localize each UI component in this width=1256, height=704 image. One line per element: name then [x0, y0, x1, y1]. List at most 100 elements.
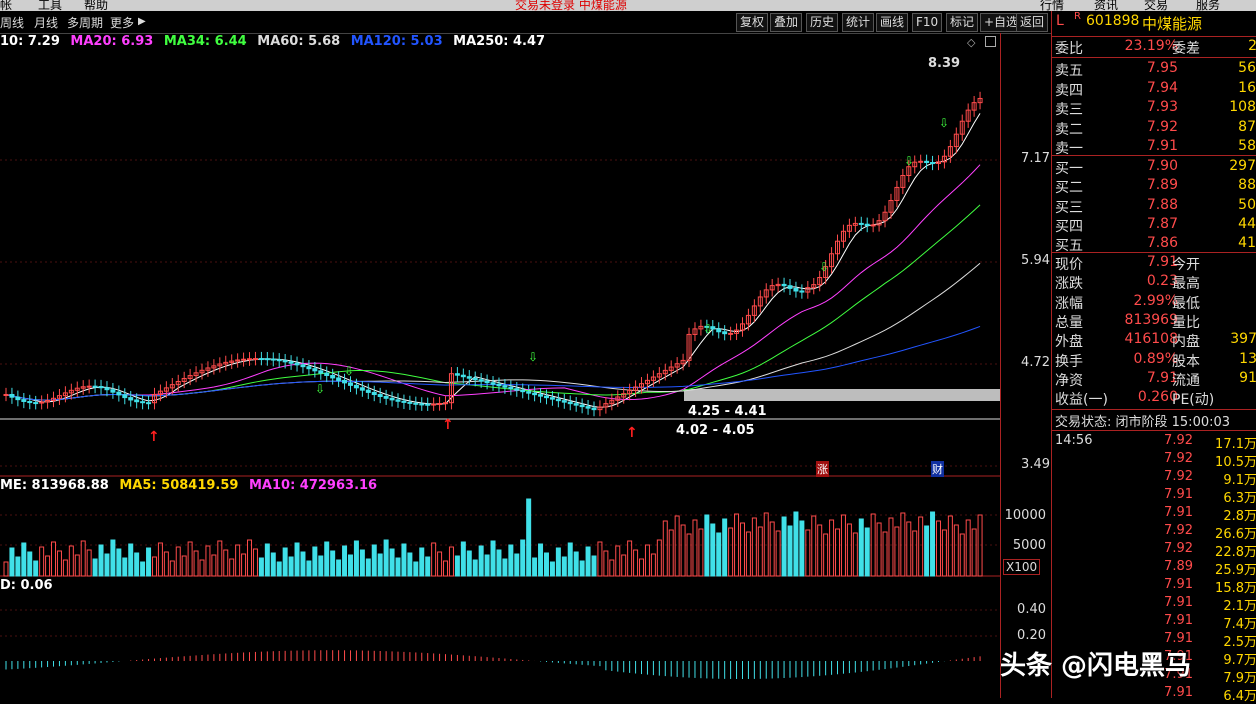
volume-bar — [353, 540, 359, 577]
draw-button[interactable]: 画线 — [876, 13, 909, 32]
candle-body — [330, 374, 336, 379]
quote-info-row: 现价 7.91 今开 — [1052, 254, 1256, 273]
menu-item-tools[interactable]: 工具 — [38, 0, 62, 11]
volume-bar — [835, 528, 841, 577]
volume-bar — [205, 545, 211, 577]
bid-price: 7.89 — [1146, 177, 1178, 194]
candle-body — [276, 359, 282, 362]
candle-body — [92, 385, 98, 388]
level-r-badge: R — [1074, 11, 1081, 22]
moving-average-line — [5, 164, 981, 401]
more-menu[interactable]: 更多 — [110, 14, 134, 31]
candle-body — [39, 401, 45, 404]
volume-bar — [829, 519, 835, 577]
kline-chart-area[interactable]: ↑ ↑ ↑ ⇩ ⇩ ⇩ ⇩ ⇩ ⇩ ⇩ — [0, 33, 1000, 698]
bid-label: 买四 — [1055, 218, 1083, 235]
volume-ma5: MA5: 508419.59 — [119, 478, 239, 493]
period-multi[interactable]: 多周期 — [67, 14, 103, 31]
level-l-badge: L — [1056, 13, 1064, 29]
candle-body — [247, 358, 253, 361]
volume-bar — [175, 546, 181, 577]
menu-item-account[interactable]: 帐 — [0, 0, 12, 11]
bid-row[interactable]: 买四 7.87 44 — [1052, 216, 1256, 235]
tick-row: 7.89 25.9万 — [1052, 559, 1256, 578]
candle-body — [288, 361, 294, 364]
ask-row[interactable]: 卖五 7.95 56 — [1052, 60, 1256, 79]
volume-bar — [401, 543, 407, 577]
fuquan-button[interactable]: 复权 — [736, 13, 769, 32]
info-label: PE(动) — [1172, 392, 1215, 409]
volume-bar — [294, 542, 300, 577]
bid-row[interactable]: 买一 7.90 297 — [1052, 158, 1256, 177]
volume-bar — [56, 550, 62, 577]
candle-body — [116, 391, 122, 396]
sell-arrow-icon: ⇩ — [344, 364, 354, 378]
volume-bar — [223, 549, 229, 577]
menu-item-help[interactable]: 帮助 — [84, 0, 108, 11]
volume-bar — [757, 526, 763, 577]
moving-average-line — [5, 204, 981, 401]
volume-bar — [704, 514, 710, 577]
volume-bar — [359, 549, 365, 577]
ask-row[interactable]: 卖四 7.94 16 — [1052, 80, 1256, 99]
volume-bar — [532, 557, 538, 577]
volume-bar — [39, 546, 45, 577]
tick-volume: 2.1万 — [1223, 599, 1256, 614]
menu-item-quotes[interactable]: 行情 — [1040, 0, 1064, 11]
candle-body — [514, 388, 520, 391]
bid-row[interactable]: 买二 7.89 88 — [1052, 177, 1256, 196]
volume-bar — [389, 548, 395, 577]
finance-event-badge[interactable]: 财 — [931, 461, 944, 477]
candle-body — [716, 328, 722, 333]
ask-volume: 87 — [1238, 118, 1256, 135]
volume-bar — [134, 552, 140, 577]
menu-item-trade[interactable]: 交易 — [1144, 0, 1168, 11]
period-monthly[interactable]: 月线 — [34, 14, 58, 31]
volume-bar — [567, 542, 573, 577]
ask-row[interactable]: 卖二 7.92 87 — [1052, 119, 1256, 138]
volume-bar — [437, 551, 443, 577]
sell-arrow-icon: ⇩ — [528, 350, 538, 364]
ask-price: 7.94 — [1146, 79, 1178, 96]
volume-bar — [496, 549, 502, 577]
stats-button[interactable]: 统计 — [842, 13, 875, 32]
ask-volume: 16 — [1238, 79, 1256, 96]
sell-arrow-icon: ⇩ — [315, 382, 325, 396]
info-label: 流通 — [1172, 372, 1200, 389]
candle-body — [787, 285, 793, 289]
back-button[interactable]: 返回 — [1016, 13, 1049, 32]
bid-label: 买二 — [1055, 180, 1083, 197]
candle-body — [918, 160, 924, 163]
volume-bar — [252, 548, 258, 577]
volume-bar — [668, 529, 674, 577]
candle-body — [561, 400, 567, 403]
volume-bar — [864, 527, 870, 577]
info-label: 量比 — [1172, 314, 1200, 331]
overlay-button[interactable]: 叠加 — [770, 13, 803, 32]
ask-row[interactable]: 卖三 7.93 108 — [1052, 99, 1256, 118]
quote-info-row: 净资 7.91 流通 91 — [1052, 370, 1256, 389]
f10-button[interactable]: F10 — [912, 13, 943, 32]
tick-row: 7.91 6.3万 — [1052, 487, 1256, 506]
chevron-right-icon[interactable]: ▶ — [138, 16, 146, 27]
volume-unit: X100 — [1003, 559, 1041, 575]
tick-volume: 22.8万 — [1215, 545, 1256, 560]
candle-body — [858, 222, 864, 225]
menu-item-service[interactable]: 服务 — [1196, 0, 1220, 11]
bid-row[interactable]: 买三 7.88 50 — [1052, 197, 1256, 216]
menu-item-news[interactable]: 资讯 — [1094, 0, 1118, 11]
volume-bar — [674, 515, 680, 577]
quote-panel: L R 601898 中煤能源 委比 23.19% 委差 2 卖五 7.95 56 卖… — [1051, 11, 1256, 704]
zone-label-upper: 4.25 - 4.41 — [688, 404, 767, 419]
period-weekly[interactable]: 周线 — [0, 14, 24, 31]
info-label: 外盘 — [1055, 334, 1083, 351]
volume-bar — [716, 532, 722, 577]
price-tick: 7.17 — [1021, 151, 1050, 166]
mark-button[interactable]: 标记 — [946, 13, 979, 32]
info-label: 换手 — [1055, 353, 1083, 370]
volume-bar — [27, 551, 33, 577]
rise-event-badge[interactable]: 涨 — [816, 461, 829, 477]
volume-bar — [199, 559, 205, 577]
candle-body — [3, 393, 9, 396]
history-button[interactable]: 历史 — [806, 13, 839, 32]
